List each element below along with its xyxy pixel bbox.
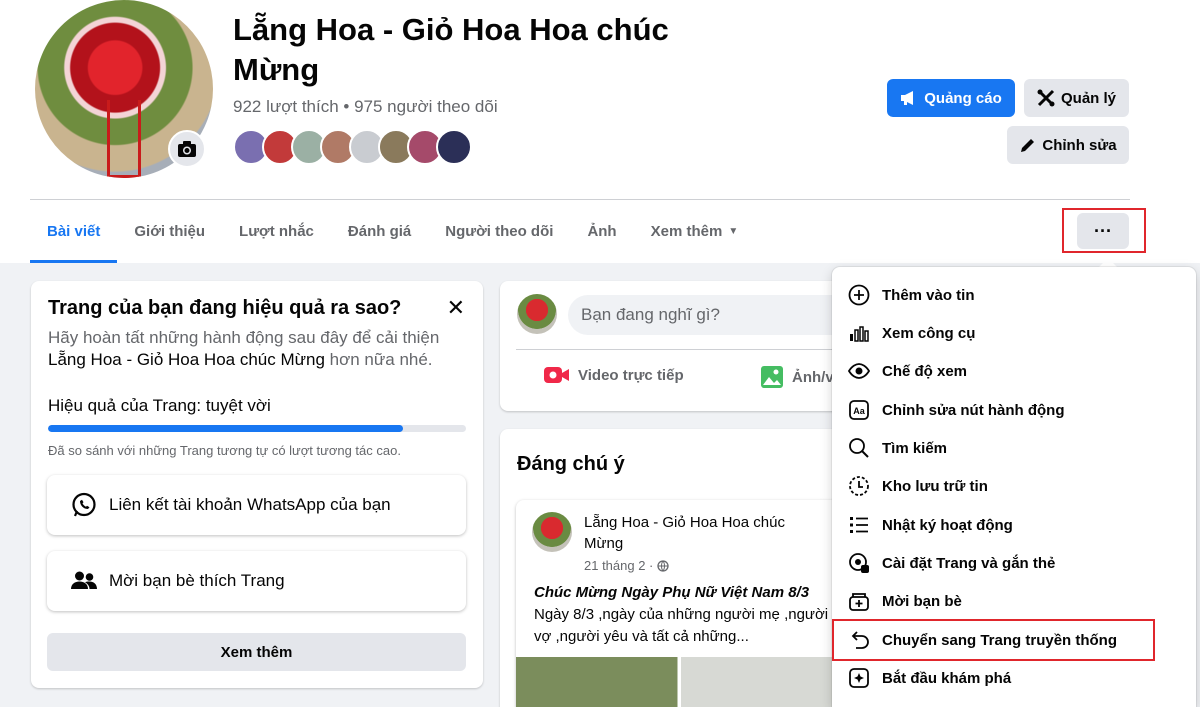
avatar[interactable]	[436, 129, 472, 165]
post-date[interactable]: 21 tháng 2 ·	[584, 558, 653, 573]
performance-card-title: Trang của bạn đang hiệu quả ra sao?	[48, 297, 402, 319]
post-headline: Chúc Mừng Ngày Phụ Nữ Việt Nam 8/3	[534, 584, 810, 601]
menu-item-edit-action-button[interactable]: Aa Chỉnh sửa nút hành động	[832, 391, 1196, 429]
tab-posts[interactable]: Bài viết	[30, 200, 118, 263]
highlights-title: Đáng chú ý	[517, 453, 625, 475]
edit-button-label: Chỉnh sửa	[1042, 136, 1117, 154]
link-whatsapp-button[interactable]: Liên kết tài khoản WhatsApp của bạn	[47, 475, 466, 535]
people-icon	[71, 570, 97, 592]
live-video-button[interactable]: Video trực tiếp	[544, 365, 684, 385]
performance-card-description: Hãy hoàn tất những hành động sau đây để …	[48, 328, 440, 369]
globe-icon	[657, 559, 670, 572]
manage-button-label: Quản lý	[1060, 89, 1116, 107]
caret-down-icon: ▼	[728, 226, 739, 237]
performance-progress-bar	[48, 425, 466, 432]
photo-video-label: Ảnh/v	[792, 368, 834, 386]
clock-archive-icon	[848, 475, 870, 497]
post-author[interactable]: Lẵng Hoa - Giỏ Hoa Hoa chúc Mừng	[584, 512, 824, 554]
menu-item-start-exploring[interactable]: Bắt đầu khám phá	[832, 659, 1196, 697]
see-more-button[interactable]: Xem thêm	[47, 633, 466, 671]
live-video-label: Video trực tiếp	[578, 366, 684, 384]
search-icon	[848, 437, 870, 459]
performance-progress-fill	[48, 425, 404, 432]
menu-item-add-to-story[interactable]: Thêm vào tin	[832, 276, 1196, 314]
page-stats[interactable]: 922 lượt thích • 975 người theo dõi	[233, 97, 498, 117]
tab-followers[interactable]: Người theo dõi	[428, 200, 570, 263]
plus-circle-icon	[848, 284, 870, 306]
text-box-icon: Aa	[848, 399, 870, 421]
tab-reviews[interactable]: Đánh giá	[331, 200, 428, 263]
menu-item-view-as[interactable]: Chế độ xem	[832, 352, 1196, 390]
megaphone-icon	[900, 90, 918, 106]
bar-chart-icon	[848, 322, 870, 344]
tab-photos[interactable]: Ảnh	[570, 200, 633, 263]
eye-icon	[848, 360, 870, 382]
menu-item-invite-friends[interactable]: Mời bạn bè	[832, 582, 1196, 620]
page-performance-card: Trang của bạn đang hiệu quả ra sao? ✕ Hã…	[31, 281, 483, 688]
menu-item-activity-log[interactable]: Nhật ký hoạt động	[832, 506, 1196, 544]
tab-about[interactable]: Giới thiệu	[117, 200, 222, 263]
page-tabs: Bài viết Giới thiệu Lượt nhắc Đánh giá N…	[30, 200, 755, 263]
avatar[interactable]	[532, 512, 572, 552]
pencil-icon	[1019, 137, 1036, 154]
menu-item-view-tools[interactable]: Xem công cụ	[832, 314, 1196, 352]
highlight-box-more-button	[1062, 208, 1146, 253]
menu-item-story-archive[interactable]: Kho lưu trữ tin	[832, 467, 1196, 505]
tools-icon	[1037, 89, 1055, 107]
explore-icon	[848, 667, 870, 689]
photo-icon	[760, 365, 784, 389]
follower-avatars	[233, 129, 472, 165]
invite-friends-like-label: Mời bạn bè thích Trang	[109, 571, 285, 590]
menu-item-page-settings-tagging[interactable]: Cài đặt Trang và gắn thẻ	[832, 544, 1196, 582]
whatsapp-icon	[71, 492, 97, 518]
live-video-icon	[544, 365, 570, 385]
link-whatsapp-label: Liên kết tài khoản WhatsApp của bạn	[109, 495, 391, 514]
post-body: Ngày 8/3 ,ngày của những người mẹ ,người…	[534, 606, 829, 645]
post-image[interactable]	[516, 657, 846, 707]
highlight-box-switch-classic	[832, 619, 1155, 661]
ads-button-label: Quảng cáo	[924, 89, 1002, 107]
avatar[interactable]	[517, 294, 557, 334]
svg-text:Aa: Aa	[853, 406, 865, 416]
performance-compare-note: Đã so sánh với những Trang tương tự có l…	[48, 443, 401, 458]
invite-friends-like-button[interactable]: Mời bạn bè thích Trang	[47, 551, 466, 611]
camera-icon[interactable]	[168, 130, 206, 168]
performance-label: Hiệu quả của Trang: tuyệt vời	[48, 396, 271, 415]
list-icon	[848, 514, 870, 536]
highlight-post[interactable]: Lẵng Hoa - Giỏ Hoa Hoa chúc Mừng 21 thán…	[516, 500, 846, 707]
page-header: Lẵng Hoa - Giỏ Hoa Hoa chúc Mừng 922 lượ…	[0, 0, 1200, 263]
photo-video-button[interactable]: Ảnh/v	[760, 365, 834, 389]
menu-item-search[interactable]: Tìm kiếm	[832, 429, 1196, 467]
settings-tag-icon	[848, 552, 870, 574]
manage-button[interactable]: Quản lý	[1024, 79, 1129, 117]
close-icon[interactable]: ✕	[447, 295, 465, 321]
tab-mentions[interactable]: Lượt nhắc	[222, 200, 331, 263]
tab-more[interactable]: Xem thêm ▼	[634, 200, 756, 263]
post-meta: 21 tháng 2 ·	[584, 558, 670, 573]
page-title: Lẵng Hoa - Giỏ Hoa Hoa chúc Mừng	[233, 12, 669, 87]
ads-button[interactable]: Quảng cáo	[887, 79, 1015, 117]
invite-icon	[848, 590, 870, 612]
edit-button[interactable]: Chỉnh sửa	[1007, 126, 1129, 164]
